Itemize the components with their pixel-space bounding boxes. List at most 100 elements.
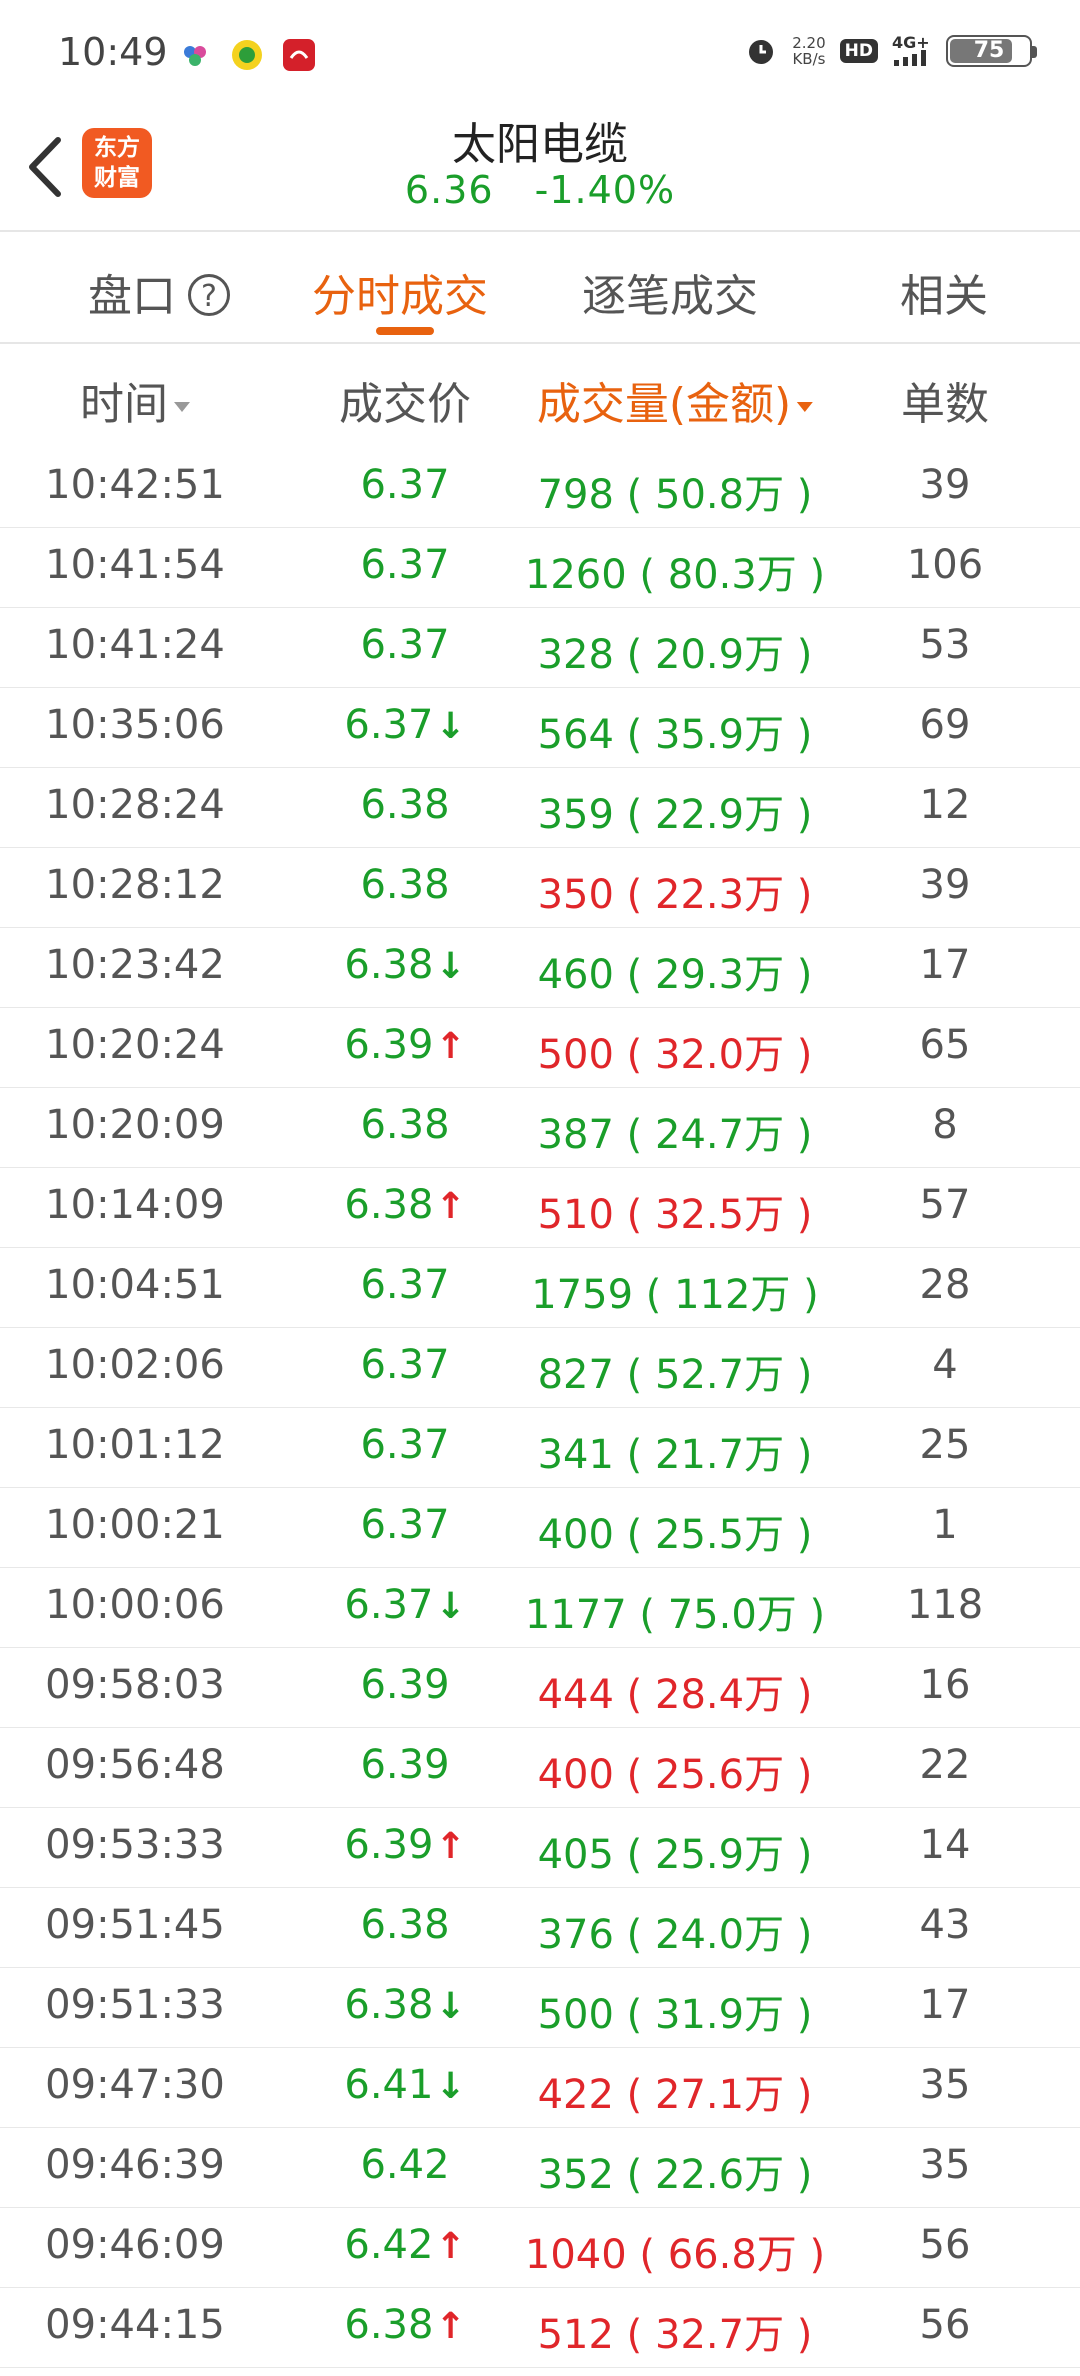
amount-value: 22.6万 bbox=[655, 2152, 785, 2198]
trade-time: 10:20:24 bbox=[45, 1022, 225, 1068]
trade-price: 6.37 bbox=[360, 1422, 449, 1468]
trade-volume: 1040 ( 66.8万 ) bbox=[524, 2232, 826, 2278]
trade-price: 6.37 bbox=[360, 622, 449, 668]
volume-value: 422 bbox=[537, 2072, 614, 2118]
trade-count: 35 bbox=[919, 2062, 971, 2108]
trade-time: 10:02:06 bbox=[45, 1342, 225, 1388]
tabs-divider bbox=[0, 342, 1080, 344]
amount-value: 32.0万 bbox=[655, 1032, 785, 1078]
tab-order-book[interactable]: 盘口? bbox=[88, 260, 230, 324]
trade-volume: 827 ( 52.7万 ) bbox=[537, 1352, 813, 1398]
volume-value: 1260 bbox=[524, 552, 627, 598]
trade-time: 10:00:06 bbox=[45, 1582, 225, 1628]
trade-volume: 1759 ( 112万 ) bbox=[531, 1272, 819, 1318]
trade-time: 09:44:15 bbox=[45, 2302, 225, 2348]
trade-price: 6.37↓ bbox=[344, 1582, 465, 1628]
volume-value: 1177 bbox=[524, 1592, 627, 1638]
trade-price: 6.39 bbox=[360, 1662, 449, 1708]
trade-count: 39 bbox=[919, 862, 971, 908]
volume-value: 341 bbox=[537, 1432, 614, 1478]
tab-bar: 盘口? 分时成交 逐笔成交 相关 bbox=[0, 232, 1080, 342]
trade-price: 6.42↑ bbox=[344, 2222, 465, 2268]
speed-unit: KB/s bbox=[792, 50, 826, 68]
column-label: 时间 bbox=[80, 379, 168, 430]
arrow-down-icon: ↓ bbox=[435, 946, 466, 987]
volume-value: 376 bbox=[537, 1912, 614, 1958]
price-value: 6.37 bbox=[360, 542, 450, 588]
price-value: 6.38 bbox=[360, 782, 450, 828]
trade-time: 10:42:51 bbox=[45, 462, 225, 508]
amount-value: 50.8万 bbox=[655, 472, 785, 518]
arrow-up-icon: ↑ bbox=[435, 1186, 466, 1227]
trade-time: 09:58:03 bbox=[45, 1662, 225, 1708]
stock-price: 6.36 bbox=[404, 168, 494, 212]
trade-count: 17 bbox=[919, 1982, 971, 2028]
price-value: 6.37 bbox=[344, 702, 434, 748]
price-value: 6.37 bbox=[360, 1342, 450, 1388]
amount-value: 112万 bbox=[674, 1272, 791, 1318]
arrow-up-icon: ↑ bbox=[435, 2226, 466, 2267]
arrow-up-icon: ↑ bbox=[435, 1826, 466, 1867]
volume-value: 400 bbox=[537, 1512, 614, 1558]
trade-volume: 328 ( 20.9万 ) bbox=[537, 632, 813, 678]
trade-time: 10:35:06 bbox=[45, 702, 225, 748]
trade-volume: 400 ( 25.6万 ) bbox=[537, 1752, 813, 1798]
trade-time: 09:46:09 bbox=[45, 2222, 225, 2268]
trade-price: 6.38↓ bbox=[344, 942, 465, 988]
amount-value: 80.3万 bbox=[667, 552, 797, 598]
active-tab-indicator bbox=[376, 327, 434, 335]
status-time: 10:49 bbox=[58, 30, 168, 74]
table-row: 09:44:15 6.38↑ 512 ( 32.7万 ) 56 bbox=[0, 2288, 1080, 2368]
volume-value: 400 bbox=[537, 1752, 614, 1798]
trade-volume: 500 ( 31.9万 ) bbox=[537, 1992, 813, 2038]
table-row: 09:47:30 6.41↓ 422 ( 27.1万 ) 35 bbox=[0, 2048, 1080, 2128]
volume-value: 387 bbox=[537, 1112, 614, 1158]
table-row: 10:00:21 6.37 400 ( 25.5万 ) 1 bbox=[0, 1488, 1080, 1568]
amount-value: 35.9万 bbox=[655, 712, 785, 758]
sort-caret-icon bbox=[797, 402, 814, 412]
price-value: 6.37 bbox=[360, 1422, 450, 1468]
stock-name: 太阳电缆 bbox=[452, 119, 628, 170]
price-value: 6.39 bbox=[344, 1022, 434, 1068]
amount-value: 25.6万 bbox=[655, 1752, 785, 1798]
column-header-time[interactable]: 时间 bbox=[80, 368, 190, 432]
signal-bars-icon bbox=[894, 50, 926, 66]
table-row: 10:04:51 6.37 1759 ( 112万 ) 28 bbox=[0, 1248, 1080, 1328]
tab-related[interactable]: 相关 bbox=[900, 260, 988, 324]
trade-count: 14 bbox=[919, 1822, 971, 1868]
amount-value: 28.4万 bbox=[655, 1672, 785, 1718]
network-speed: 2.20 KB/s bbox=[792, 35, 825, 67]
amount-value: 31.9万 bbox=[655, 1992, 785, 2038]
price-value: 6.37 bbox=[344, 1582, 434, 1628]
app-notification-icon bbox=[283, 39, 315, 71]
trade-count: 4 bbox=[932, 1342, 958, 1388]
volume-value: 444 bbox=[537, 1672, 614, 1718]
trade-count: 65 bbox=[919, 1022, 971, 1068]
price-value: 6.39 bbox=[360, 1662, 450, 1708]
price-value: 6.38 bbox=[344, 942, 434, 988]
tab-time-sales[interactable]: 分时成交 bbox=[312, 260, 488, 324]
table-row: 09:51:45 6.38 376 ( 24.0万 ) 43 bbox=[0, 1888, 1080, 1968]
trade-price: 6.41↓ bbox=[344, 2062, 465, 2108]
trade-time: 09:46:39 bbox=[45, 2142, 225, 2188]
tab-tick-trades[interactable]: 逐笔成交 bbox=[582, 260, 758, 324]
trade-list[interactable]: 10:42:51 6.37 798 ( 50.8万 ) 39 10:41:54 6.37 1… bbox=[0, 448, 1080, 2368]
table-row: 10:41:54 6.37 1260 ( 80.3万 ) 106 bbox=[0, 528, 1080, 608]
trade-time: 10:14:09 bbox=[45, 1182, 225, 1228]
price-value: 6.37 bbox=[360, 1502, 450, 1548]
arrow-up-icon: ↑ bbox=[435, 2306, 466, 2347]
price-value: 6.42 bbox=[360, 2142, 450, 2188]
price-value: 6.37 bbox=[360, 1262, 450, 1308]
arrow-up-icon: ↑ bbox=[435, 1026, 466, 1067]
trade-count: 56 bbox=[919, 2302, 971, 2348]
help-icon[interactable]: ? bbox=[188, 274, 230, 316]
tab-label: 逐笔成交 bbox=[582, 271, 758, 322]
column-header-volume[interactable]: 成交量(金额) bbox=[537, 368, 814, 432]
trade-time: 09:51:33 bbox=[45, 1982, 225, 2028]
table-row: 10:20:09 6.38 387 ( 24.7万 ) 8 bbox=[0, 1088, 1080, 1168]
table-row: 10:23:42 6.38↓ 460 ( 29.3万 ) 17 bbox=[0, 928, 1080, 1008]
trade-volume: 564 ( 35.9万 ) bbox=[537, 712, 813, 758]
trade-time: 09:53:33 bbox=[45, 1822, 225, 1868]
table-row: 10:14:09 6.38↑ 510 ( 32.5万 ) 57 bbox=[0, 1168, 1080, 1248]
amount-value: 25.9万 bbox=[655, 1832, 785, 1878]
